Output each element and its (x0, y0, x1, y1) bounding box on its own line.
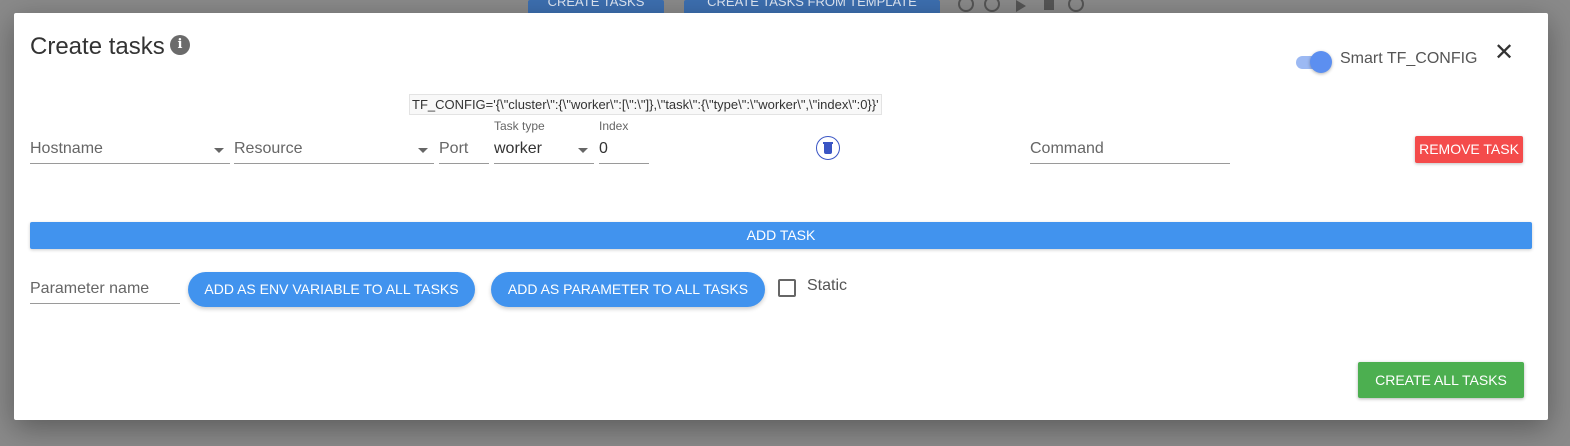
static-checkbox[interactable] (778, 279, 796, 297)
close-icon[interactable]: ✕ (1494, 41, 1514, 65)
task-type-select[interactable]: Task type worker (494, 119, 594, 164)
chevron-down-icon (418, 148, 428, 153)
chevron-down-icon (578, 148, 588, 153)
command-input[interactable]: Command (1030, 133, 1230, 164)
toggle-thumb (1310, 51, 1332, 73)
resource-placeholder: Resource (234, 140, 303, 157)
add-task-button[interactable]: ADD TASK (30, 222, 1532, 249)
chevron-down-icon (214, 148, 224, 153)
add-env-variable-button[interactable]: ADD AS ENV VARIABLE TO ALL TASKS (188, 272, 475, 307)
index-label: Index (599, 119, 629, 133)
delete-task-button[interactable] (816, 136, 840, 160)
parameter-name-input[interactable]: Parameter name (30, 273, 180, 304)
hostname-select[interactable]: Hostname (30, 133, 230, 164)
add-parameter-button[interactable]: ADD AS PARAMETER TO ALL TASKS (491, 272, 765, 307)
stop-icon (1044, 0, 1054, 10)
create-all-tasks-button[interactable]: CREATE ALL TASKS (1358, 362, 1524, 398)
static-label: Static (807, 277, 848, 294)
refresh-icon (958, 0, 974, 12)
index-value: 0 (599, 140, 608, 157)
tf-config-preview: TF_CONFIG='{\"cluster\":{\"worker\":[\":… (409, 94, 882, 115)
info-icon[interactable]: i (170, 35, 190, 55)
task-type-label: Task type (494, 119, 545, 133)
create-tasks-dialog: Create tasks i Smart TF_CONFIG ✕ TF_CONF… (14, 13, 1548, 420)
task-type-value: worker (494, 140, 543, 157)
port-input[interactable]: Port (439, 133, 489, 164)
background-create-tasks-button: CREATE TASKS (528, 0, 664, 14)
users-icon (1068, 0, 1084, 12)
background-toolbar: CREATE TASKS CREATE TASKS FROM TEMPLATE (0, 0, 1570, 14)
trash-icon (824, 144, 832, 154)
parameter-name-placeholder: Parameter name (30, 280, 150, 297)
smart-tf-config-toggle[interactable] (1294, 51, 1332, 73)
remove-task-button[interactable]: REMOVE TASK (1415, 136, 1523, 163)
hostname-placeholder: Hostname (30, 140, 103, 157)
background-create-from-template-button: CREATE TASKS FROM TEMPLATE (684, 0, 940, 14)
port-placeholder: Port (439, 140, 469, 157)
history-icon (984, 0, 1000, 12)
dialog-title: Create tasks (30, 33, 165, 60)
play-icon (1016, 0, 1026, 12)
command-placeholder: Command (1030, 140, 1104, 157)
resource-select[interactable]: Resource (234, 133, 434, 164)
index-input[interactable]: Index 0 (599, 119, 649, 164)
smart-tf-config-label: Smart TF_CONFIG (1340, 50, 1478, 67)
